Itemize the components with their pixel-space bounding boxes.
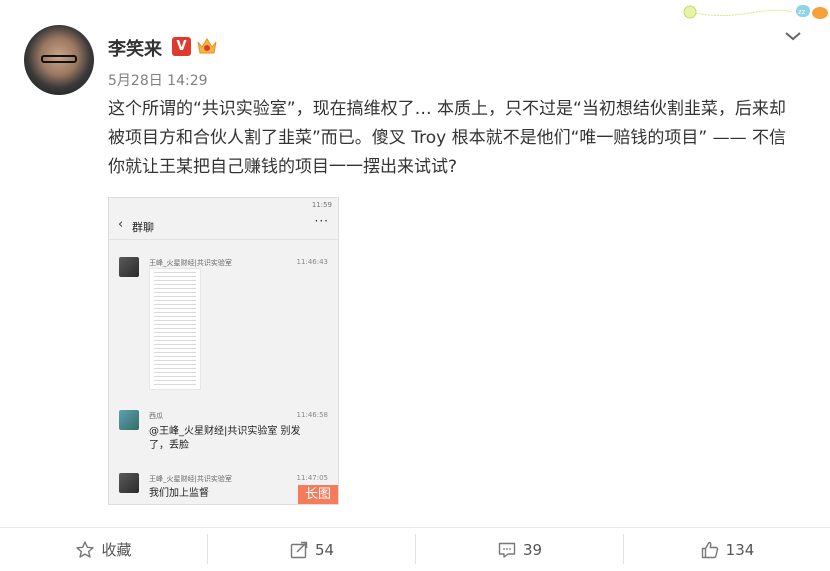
chevron-down-icon[interactable]	[784, 30, 802, 42]
chat-avatar	[119, 473, 139, 493]
chat-sender: 王峰_火星财经|共识实验室	[149, 475, 232, 483]
chat-message: @王峰_火星财经|共识实验室 别发了，丢脸	[149, 426, 301, 451]
chat-time: 11:46:58	[296, 411, 328, 419]
like-count: 134	[725, 540, 755, 559]
chat-avatar	[119, 257, 139, 277]
chat-long-image	[149, 268, 201, 390]
share-icon	[290, 541, 308, 558]
user-avatar[interactable]	[24, 25, 94, 95]
chat-time: 11:46:43	[296, 258, 328, 266]
chat-title: 群聊	[132, 221, 154, 234]
comment-icon	[498, 542, 516, 558]
back-arrow-icon: ‹	[118, 217, 124, 232]
chat-message: 我们加上监督	[149, 488, 209, 499]
favorite-button[interactable]: 收藏	[0, 528, 207, 571]
crown-member-icon	[197, 38, 217, 54]
avatar-glasses	[41, 55, 77, 63]
verified-badge-icon: V	[172, 37, 191, 56]
comment-button[interactable]: 39	[416, 528, 623, 571]
thumbs-up-icon	[701, 541, 718, 558]
chat-sender: 西瓜	[149, 412, 163, 420]
post-username[interactable]: 李笑来	[108, 35, 162, 61]
post-image[interactable]: 11:59 ‹ 群聊 ··· 王峰_火星财经|共识实验室 11:46:43 西瓜…	[108, 197, 339, 505]
post-text: 这个所谓的“共识实验室”，现在搞维权了… 本质上，只不过是“当初想结伙割韭菜，后…	[108, 99, 786, 177]
chat-sender: 王峰_火星财经|共识实验室	[149, 259, 232, 267]
repost-button[interactable]: 54	[208, 528, 415, 571]
comment-count: 39	[522, 540, 543, 559]
star-icon	[76, 540, 95, 558]
sleeping-cat-decoration-icon: zz	[683, 5, 828, 19]
repost-count: 54	[314, 540, 335, 559]
chat-avatar	[119, 410, 139, 430]
chat-header: ‹ 群聊 ···	[109, 213, 338, 240]
post-action-bar: 收藏 54 39 134	[0, 527, 830, 571]
more-dots-icon: ···	[314, 214, 329, 228]
status-bar-time: 11:59	[311, 201, 332, 209]
favorite-label: 收藏	[101, 541, 132, 559]
post-timestamp[interactable]: 5月28日 14:29	[108, 70, 208, 90]
chat-time: 11:47:05	[296, 474, 328, 482]
like-button[interactable]: 134	[624, 528, 830, 571]
svg-text:zz: zz	[798, 8, 806, 16]
long-image-badge: 长图	[298, 485, 338, 504]
